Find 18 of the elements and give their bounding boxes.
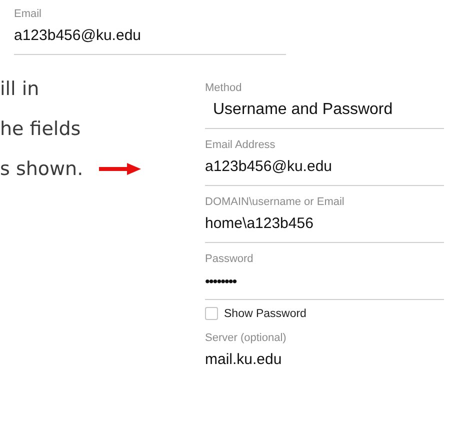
field-label: Email (14, 7, 43, 21)
method-dropdown[interactable]: Username and Password (205, 95, 444, 129)
instruction-text: s shown. (0, 158, 84, 180)
checkbox[interactable] (205, 307, 218, 320)
field-label: Method (205, 81, 243, 95)
field-label: Server (optional) (205, 331, 288, 345)
password-field[interactable]: •••••••• (205, 266, 444, 300)
field-label: Password (205, 252, 254, 266)
text-field[interactable]: mail.ku.edu (205, 345, 444, 378)
arrow-icon (99, 163, 142, 175)
instruction-text: he fields (0, 118, 81, 140)
field-label: Email Address (205, 138, 276, 152)
text-field[interactable]: a123b456@ku.edu (205, 152, 444, 186)
email-field[interactable]: a123b456@ku.edu (14, 21, 286, 55)
field-label: DOMAIN\username or Email (205, 195, 346, 209)
text-field[interactable]: home\a123b456 (205, 209, 444, 243)
instruction-text: ill in (0, 78, 40, 100)
checkbox-label[interactable]: Show Password (224, 308, 306, 320)
